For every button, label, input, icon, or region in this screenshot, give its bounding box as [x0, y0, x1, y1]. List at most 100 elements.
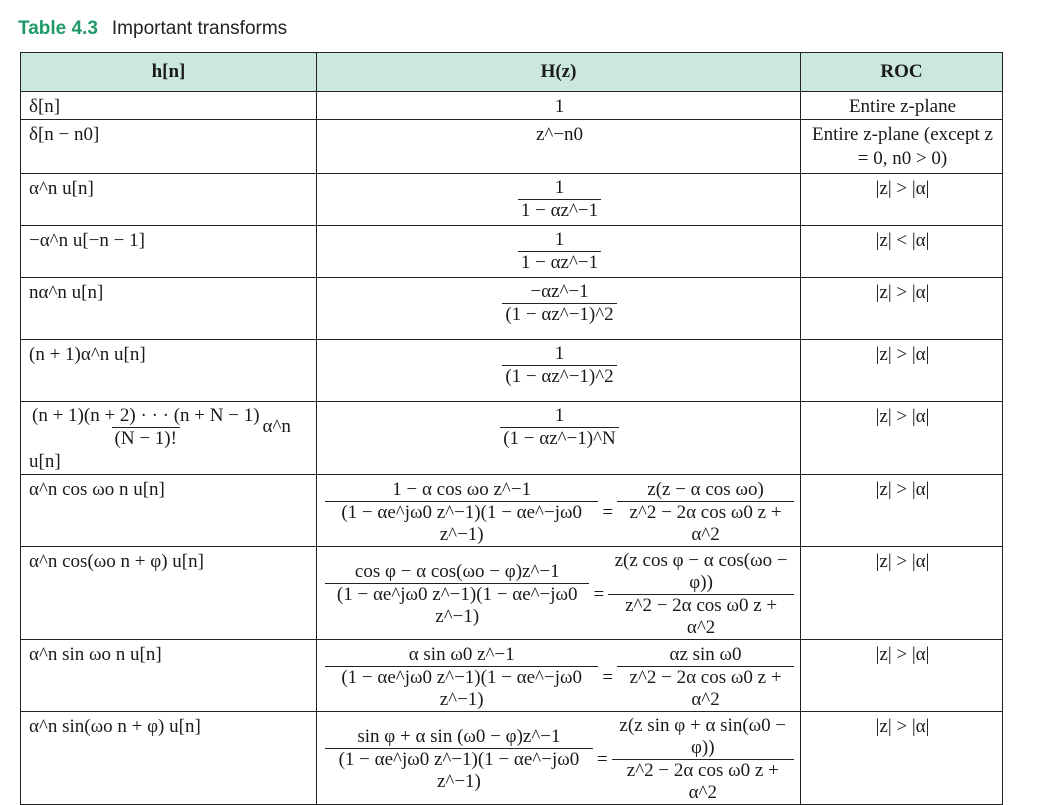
H-fraction-left: sin φ + α sin (ω0 − φ)z^−1 (1 − αe^jω0 z^… [325, 726, 593, 793]
equals-sign: = [602, 501, 614, 523]
H-expression: sin φ + α sin (ω0 − φ)z^−1 (1 − αe^jω0 z^… [325, 715, 794, 804]
H-denominator: (1 − αe^jω0 z^−1)(1 − αe^−jω0 z^−1) [325, 666, 599, 711]
equals-sign: = [593, 583, 605, 605]
transforms-table: h[n] H(z) ROC δ[n] 1 Entire z-plane δ[n … [20, 52, 1003, 805]
h-fraction: (n + 1)(n + 2) · · · (n + N − 1) (N − 1)! [29, 405, 263, 450]
H-fraction: 11 − αz^−1 [517, 229, 602, 274]
roc-cell: |z| > |α| [800, 339, 1003, 402]
table-row: −α^n u[−n − 1] 11 − αz^−1 |z| < |α| [20, 225, 1003, 278]
roc-cell: |z| > |α| [800, 474, 1003, 547]
h-cell: −α^n u[−n − 1] [20, 225, 317, 278]
H-fraction: 11 − αz^−1 [517, 177, 602, 222]
roc-cell: |z| > |α| [800, 401, 1003, 475]
H-denominator: z^2 − 2α cos ω0 z + α^2 [611, 759, 794, 804]
h-cell: δ[n − n0] [20, 119, 317, 174]
H-denominator: z^2 − 2α cos ω0 z + α^2 [617, 501, 794, 546]
table-row: α^n sin(ωo n + φ) u[n] sin φ + α sin (ω0… [20, 711, 1003, 805]
H-cell: 1 [316, 91, 801, 120]
h-cell: α^n sin(ωo n + φ) u[n] [20, 711, 317, 805]
table-row: δ[n] 1 Entire z-plane [20, 91, 1003, 120]
h-cell: α^n cos ωo n u[n] [20, 474, 317, 547]
table-row: (n + 1)α^n u[n] 1 (1 − αz^−1)^2 |z| > |α| [20, 339, 1003, 402]
H-fraction-right: z(z − α cos ωo) z^2 − 2α cos ω0 z + α^2 [617, 479, 794, 546]
header-H: H(z) [316, 52, 801, 92]
table-row: α^n cos(ωo n + φ) u[n] cos φ − α cos(ωo … [20, 546, 1003, 640]
H-numerator: z(z sin φ + α sin(ω0 − φ)) [619, 715, 787, 758]
H-cell: sin φ + α sin (ω0 − φ)z^−1 (1 − αe^jω0 z^… [316, 711, 801, 805]
table-number: Table 4.3 [18, 18, 98, 39]
table-row: α^n sin ωo n u[n] α sin ω0 z^−1 (1 − αe^j… [20, 639, 1003, 712]
H-denominator: (1 − αz^−1)^2 [502, 303, 617, 326]
H-fraction: 1 (1 − αz^−1)^N [500, 405, 619, 450]
H-numerator: −αz^−1 [530, 281, 589, 302]
H-expression: α sin ω0 z^−1 (1 − αe^jω0 z^−1)(1 − αe^−j… [325, 644, 794, 711]
H-numerator: z(z − α cos ωo) [647, 479, 764, 500]
H-cell: cos φ − α cos(ωo − φ)z^−1 (1 − αe^jω0 z^−… [316, 546, 801, 640]
header-roc: ROC [800, 52, 1003, 92]
H-fraction-right: z(z sin φ + α sin(ω0 − φ)) z^2 − 2α cos ω… [611, 715, 794, 804]
H-cell: 1 (1 − αz^−1)^2 [316, 339, 801, 402]
roc-cell: Entire z-plane [800, 91, 1003, 120]
H-expression: cos φ − α cos(ωo − φ)z^−1 (1 − αe^jω0 z^−… [325, 550, 794, 639]
H-denominator: z^2 − 2α cos ω0 z + α^2 [608, 594, 794, 639]
h-cell: δ[n] [20, 91, 317, 120]
equals-sign: = [602, 666, 614, 688]
table-row: α^n u[n] 11 − αz^−1 |z| > |α| [20, 173, 1003, 226]
H-denominator: (1 − αz^−1)^N [500, 427, 619, 450]
equals-sign: = [596, 748, 608, 770]
H-fraction-right: αz sin ω0 z^2 − 2α cos ω0 z + α^2 [617, 644, 794, 711]
h-cell: nα^n u[n] [20, 277, 317, 340]
table-row: nα^n u[n] −αz^−1 (1 − αz^−1)^2 |z| > |α| [20, 277, 1003, 340]
H-denominator: 1 − αz^−1 [517, 199, 602, 222]
H-denominator: (1 − αe^jω0 z^−1)(1 − αe^−jω0 z^−1) [325, 748, 593, 793]
h-cell: (n + 1)(n + 2) · · · (n + N − 1) (N − 1)!… [20, 401, 317, 475]
h-denominator: (N − 1)! [111, 427, 180, 450]
H-fraction-left: α sin ω0 z^−1 (1 − αe^jω0 z^−1)(1 − αe^−j… [325, 644, 599, 711]
H-cell: 11 − αz^−1 [316, 173, 801, 226]
h-cell: α^n cos(ωo n + φ) u[n] [20, 546, 317, 640]
table-row: (n + 1)(n + 2) · · · (n + N − 1) (N − 1)!… [20, 401, 1003, 475]
H-denominator: z^2 − 2α cos ω0 z + α^2 [617, 666, 794, 711]
H-numerator: 1 [554, 343, 565, 364]
H-numerator: 1 [554, 229, 565, 250]
h-cell: (n + 1)α^n u[n] [20, 339, 317, 402]
roc-cell: |z| > |α| [800, 711, 1003, 805]
roc-cell: |z| > |α| [800, 639, 1003, 712]
H-numerator: z(z cos φ − α cos(ωo − φ)) [614, 550, 788, 593]
H-denominator: (1 − αz^−1)^2 [502, 365, 617, 388]
roc-cell: |z| < |α| [800, 225, 1003, 278]
H-numerator: 1 [554, 405, 565, 426]
H-numerator: 1 − α cos ωo z^−1 [392, 479, 532, 500]
table-title: Important transforms [111, 18, 288, 39]
H-numerator: sin φ + α sin (ω0 − φ)z^−1 [357, 726, 561, 747]
H-denominator: 1 − αz^−1 [517, 251, 602, 274]
H-fraction: 1 (1 − αz^−1)^2 [502, 343, 617, 388]
H-denominator: (1 − αe^jω0 z^−1)(1 − αe^−jω0 z^−1) [325, 501, 599, 546]
H-cell: z^−n0 [316, 119, 801, 174]
H-cell: 1 − α cos ωo z^−1 (1 − αe^jω0 z^−1)(1 − α… [316, 474, 801, 547]
h-numerator: (n + 1)(n + 2) · · · (n + N − 1) [32, 405, 260, 426]
h-cell: α^n u[n] [20, 173, 317, 226]
table-row: δ[n − n0] z^−n0 Entire z-plane (except z… [20, 119, 1003, 174]
H-denominator: (1 − αe^jω0 z^−1)(1 − αe^−jω0 z^−1) [325, 583, 590, 628]
H-fraction-left: 1 − α cos ωo z^−1 (1 − αe^jω0 z^−1)(1 − α… [325, 479, 599, 546]
h-cell: α^n sin ωo n u[n] [20, 639, 317, 712]
table-row: α^n cos ωo n u[n] 1 − α cos ωo z^−1 (1 − … [20, 474, 1003, 547]
H-numerator: α sin ω0 z^−1 [408, 644, 515, 665]
roc-cell: |z| > |α| [800, 546, 1003, 640]
roc-cell: |z| > |α| [800, 173, 1003, 226]
H-cell: 11 − αz^−1 [316, 225, 801, 278]
H-fraction: −αz^−1 (1 − αz^−1)^2 [502, 281, 617, 326]
table-caption: Table 4.3 Important transforms [18, 18, 287, 40]
H-cell: 1 (1 − αz^−1)^N [316, 401, 801, 475]
H-expression: 1 − α cos ωo z^−1 (1 − αe^jω0 z^−1)(1 − α… [325, 479, 794, 546]
H-numerator: 1 [554, 177, 565, 198]
H-numerator: cos φ − α cos(ωo − φ)z^−1 [354, 561, 560, 582]
roc-cell: |z| > |α| [800, 277, 1003, 340]
H-numerator: αz sin ω0 [669, 644, 742, 665]
H-fraction-left: cos φ − α cos(ωo − φ)z^−1 (1 − αe^jω0 z^−… [325, 561, 590, 628]
H-fraction-right: z(z cos φ − α cos(ωo − φ)) z^2 − 2α cos ω… [608, 550, 794, 639]
header-h: h[n] [20, 52, 317, 92]
roc-cell: Entire z-plane (except z = 0, n0 > 0) [800, 119, 1003, 174]
header-row: h[n] H(z) ROC [20, 52, 1003, 92]
